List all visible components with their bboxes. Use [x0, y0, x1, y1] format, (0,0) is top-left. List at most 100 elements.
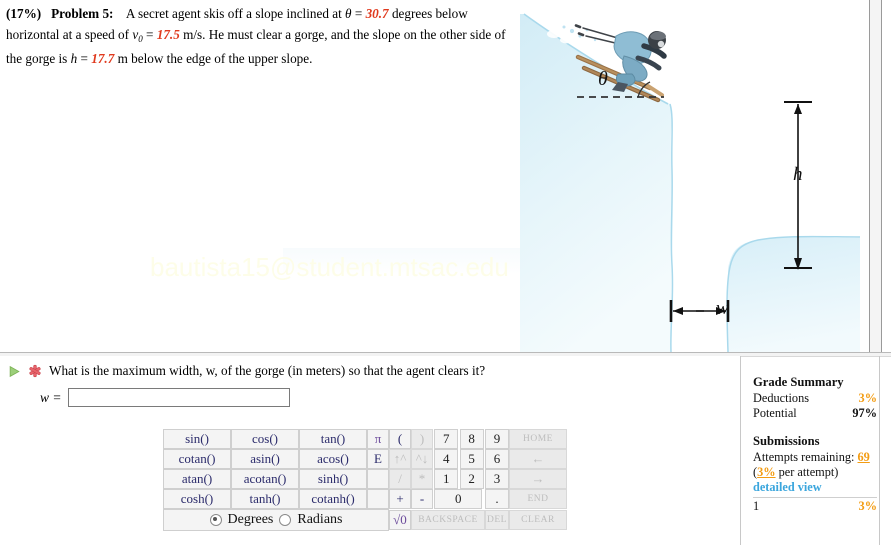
potential-label: Potential [753, 406, 797, 420]
keypad-row-2: cotan() asin() acos() E ↑^ ^↓ 4 5 6 ← [163, 449, 567, 469]
radians-label: Radians [297, 512, 343, 527]
keypad-row-5: Degrees Radians √0 BACKSPACE DEL CLEAR [163, 509, 567, 531]
radio-radians[interactable] [279, 514, 292, 526]
grade-summary-panel: Grade Summary Deductions 3% Potential 97… [753, 375, 877, 514]
answer-row: w = [40, 388, 290, 407]
problem-page: bautista15@student.mtsac.edu (17%) Probl… [0, 0, 891, 545]
problem-figure: θ h w [520, 0, 860, 352]
w-figure-label: w [716, 298, 729, 319]
key-divide: / [389, 469, 411, 489]
keypad-row-4: cosh() tanh() cotanh() + - 0 . END [163, 489, 567, 509]
key-cotan[interactable]: cotan() [163, 449, 231, 469]
key-cosh[interactable]: cosh() [163, 489, 231, 509]
deductions-row: Deductions 3% [753, 391, 877, 406]
key-sinh[interactable]: sinh() [299, 469, 367, 489]
key-5[interactable]: 5 [459, 449, 484, 469]
key-asin[interactable]: asin() [231, 449, 299, 469]
key-sqrt[interactable]: √0 [389, 510, 411, 530]
key-decimal[interactable]: . [485, 489, 509, 509]
pane-right-border [869, 0, 870, 352]
key-del: DEL [485, 510, 509, 530]
angle-mode-row: Degrees Radians [163, 509, 389, 531]
h-value: 17.7 [91, 51, 115, 66]
key-acotan[interactable]: acotan() [231, 469, 299, 489]
key-home: HOME [509, 429, 567, 449]
submissions-title: Submissions [753, 434, 820, 448]
potential-row: Potential 97% [753, 406, 877, 421]
keypad-row-3: atan() acotan() sinh() / * 1 2 3 → [163, 469, 567, 489]
v0-value: 17.5 [156, 26, 180, 42]
answer-input[interactable] [67, 388, 290, 407]
per-attempt-pct: 3% [757, 465, 776, 479]
key-e[interactable]: E [367, 449, 389, 469]
key-1[interactable]: 1 [434, 469, 459, 489]
degrees-label: Degrees [227, 512, 274, 527]
key-tanh[interactable]: tanh() [231, 489, 299, 509]
key-plus[interactable]: + [389, 489, 411, 509]
key-8[interactable]: 8 [459, 429, 484, 449]
skier-head [648, 31, 666, 49]
key-sin[interactable]: sin() [163, 429, 231, 449]
key-3[interactable]: 3 [485, 469, 509, 489]
h-figure-label: h [793, 164, 803, 185]
key-6[interactable]: 6 [485, 449, 509, 469]
theta-value: 30.7 [365, 6, 389, 21]
key-paren-close: ) [411, 429, 433, 449]
submission-value: 3% [858, 499, 877, 513]
equals-1: = [351, 6, 366, 21]
question-text: What is the maximum width, w, of the gor… [49, 363, 486, 378]
problem-body-4: m below the edge of the upper slope. [114, 51, 313, 66]
equals-3: = [77, 51, 92, 66]
gorge-diagram-svg [520, 13, 860, 352]
equals-2: = [142, 26, 157, 42]
key-0[interactable]: 0 [434, 489, 483, 509]
key-acos[interactable]: acos() [299, 449, 367, 469]
key-minus[interactable]: - [411, 489, 433, 509]
vertical-scrollbar-track[interactable] [870, 0, 881, 352]
play-triangle-icon[interactable] [8, 365, 21, 378]
deductions-label: Deductions [753, 391, 810, 405]
theta-figure-label: θ [598, 68, 608, 90]
student-email-watermark: bautista15@student.mtsac.edu [150, 252, 509, 282]
grade-panel-right-border [879, 356, 880, 545]
problem-label: Problem 5: [51, 6, 114, 21]
detailed-view-link[interactable]: detailed view [753, 480, 877, 495]
key-pi[interactable]: π [367, 429, 389, 449]
key-2[interactable]: 2 [459, 469, 484, 489]
key-clear: CLEAR [509, 510, 567, 530]
grade-panel-left-border [740, 356, 741, 545]
per-attempt-row: (3% per attempt) [753, 465, 877, 480]
grade-summary-title: Grade Summary [753, 375, 844, 389]
per-attempt-close: per attempt) [775, 465, 839, 479]
red-star-incorrect-icon [29, 364, 41, 378]
attempts-row: Attempts remaining: 69 [753, 450, 877, 465]
submission-index: 1 [753, 499, 760, 513]
key-tan[interactable]: tan() [299, 429, 367, 449]
key-atan[interactable]: atan() [163, 469, 231, 489]
key-blank-1 [367, 469, 389, 489]
radio-degrees[interactable] [209, 514, 222, 526]
key-cotanh[interactable]: cotanh() [299, 489, 367, 509]
key-paren-open[interactable]: ( [389, 429, 411, 449]
problem-statement-text: (17%) Problem 5: A secret agent skis off… [6, 4, 511, 70]
key-end: END [509, 489, 567, 509]
key-arrow-left: ← [509, 449, 567, 469]
lower-slope-mass [728, 237, 860, 352]
key-backspace: BACKSPACE [411, 510, 485, 530]
page-right-border [881, 0, 882, 352]
math-keypad: sin() cos() tan() π ( ) 7 8 9 HOME cotan… [163, 429, 567, 531]
grade-spacer [753, 421, 877, 434]
key-exponent-up: ↑^ [389, 449, 411, 469]
submission-history-row: 1 3% [753, 497, 877, 514]
problem-percent: (17%) [6, 6, 42, 21]
key-multiply: * [411, 469, 433, 489]
key-7[interactable]: 7 [434, 429, 459, 449]
key-cos[interactable]: cos() [231, 429, 299, 449]
attempts-label: Attempts remaining: [753, 450, 855, 464]
attempts-value: 69 [857, 450, 870, 464]
key-blank-2 [367, 489, 389, 509]
key-9[interactable]: 9 [485, 429, 509, 449]
key-arrow-right: → [509, 469, 567, 489]
key-4[interactable]: 4 [434, 449, 459, 469]
keypad-row-1: sin() cos() tan() π ( ) 7 8 9 HOME [163, 429, 567, 449]
